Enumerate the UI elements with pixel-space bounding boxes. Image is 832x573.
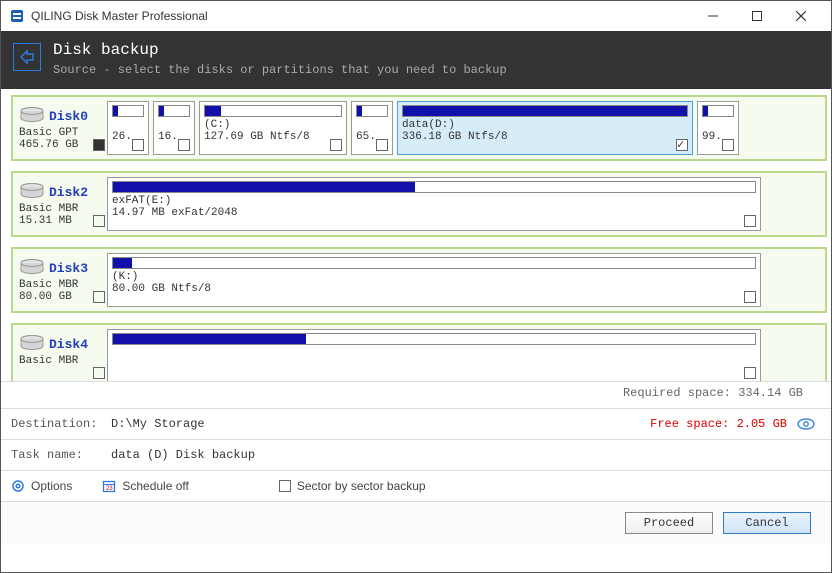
partition[interactable]: data(D:) 336.18 GB Ntfs/8 [397, 101, 693, 155]
partition-checkbox[interactable] [744, 367, 756, 379]
partition[interactable]: exFAT(E:) 14.97 MB exFat/2048 [107, 177, 761, 231]
partition[interactable]: 16. [153, 101, 195, 155]
disk-icon [19, 334, 45, 355]
disk-checkbox[interactable] [93, 291, 105, 303]
partition[interactable]: (K:) 80.00 GB Ntfs/8 [107, 253, 761, 307]
page-header: Disk backup Source - select the disks or… [1, 31, 831, 89]
partition[interactable]: 26. [107, 101, 149, 155]
partition-label: exFAT(E:) [112, 195, 756, 207]
taskname-row: Task name: data (D) Disk backup [1, 440, 831, 470]
minimize-button[interactable] [691, 1, 735, 31]
options-bar: Options 23 Schedule off Sector by sector… [1, 470, 831, 501]
partition-checkbox[interactable] [376, 139, 388, 151]
partition-info: 14.97 MB exFat/2048 [112, 207, 756, 219]
partition[interactable]: 99. [697, 101, 739, 155]
partition-checkbox[interactable] [178, 139, 190, 151]
disk-name: Disk4 [49, 337, 88, 352]
options-button[interactable]: Options [11, 479, 72, 493]
disk-row[interactable]: Disk0 Basic GPT 465.76 GB 26. 16. (C:) 1… [11, 95, 827, 161]
disk-row[interactable]: Disk3 Basic MBR 80.00 GB (K:) 80.00 GB N… [11, 247, 827, 313]
destination-row: Destination: D:\My Storage Free space: 2… [1, 409, 831, 439]
disk-icon [19, 106, 45, 127]
disk-size: 80.00 GB [19, 291, 72, 303]
app-icon [9, 8, 25, 24]
button-row: Proceed Cancel [1, 501, 831, 544]
checkbox-icon [279, 480, 291, 492]
partition-checkbox[interactable] [722, 139, 734, 151]
partition-checkbox[interactable] [676, 139, 688, 151]
taskname-value[interactable]: data (D) Disk backup [111, 448, 255, 462]
cancel-button[interactable]: Cancel [723, 512, 811, 534]
destination-label: Destination: [11, 417, 111, 431]
disk-row[interactable]: Disk2 Basic MBR 15.31 MB exFAT(E:) 14.97… [11, 171, 827, 237]
disk-size: 15.31 MB [19, 215, 72, 227]
proceed-button[interactable]: Proceed [625, 512, 713, 534]
calendar-icon: 23 [102, 479, 116, 493]
partition-label [158, 119, 190, 131]
partition-checkbox[interactable] [744, 291, 756, 303]
sector-checkbox[interactable]: Sector by sector backup [279, 479, 426, 493]
schedule-button[interactable]: 23 Schedule off [102, 479, 189, 493]
partition-label [356, 119, 388, 131]
disk-name: Disk2 [49, 185, 88, 200]
maximize-button[interactable] [735, 1, 779, 31]
disk-checkbox[interactable] [93, 139, 105, 151]
disk-name: Disk0 [49, 109, 88, 124]
partition-info: 127.69 GB Ntfs/8 [204, 131, 342, 143]
page-title: Disk backup [53, 41, 507, 59]
free-space: Free space: 2.05 GB [650, 417, 787, 431]
disk-size: 465.76 GB [19, 139, 78, 151]
partition-checkbox[interactable] [132, 139, 144, 151]
disk-checkbox[interactable] [93, 367, 105, 379]
partition-label: (C:) [204, 119, 342, 131]
disk-name: Disk3 [49, 261, 88, 276]
partition-label [702, 119, 734, 131]
partition-info: 336.18 GB Ntfs/8 [402, 131, 688, 143]
disk-type: Basic GPT [19, 127, 107, 139]
disk-icon [19, 182, 45, 203]
partition-label: data(D:) [402, 119, 688, 131]
partition-info: 80.00 GB Ntfs/8 [112, 283, 756, 295]
disk-checkbox[interactable] [93, 215, 105, 227]
disk-type: Basic MBR [19, 355, 107, 367]
partition-label: (K:) [112, 271, 756, 283]
partition[interactable]: 65. [351, 101, 393, 155]
partition-label [112, 119, 144, 131]
browse-icon[interactable] [797, 417, 815, 431]
backup-icon [13, 43, 41, 71]
disk-type: Basic MBR [19, 279, 107, 291]
svg-text:23: 23 [106, 486, 113, 492]
titlebar: QILING Disk Master Professional [1, 1, 831, 31]
required-space: Required space: 334.14 GB [1, 381, 831, 408]
partition[interactable] [107, 329, 761, 381]
disk-row[interactable]: Disk4 Basic MBR [11, 323, 827, 381]
disk-type: Basic MBR [19, 203, 107, 215]
disk-icon [19, 258, 45, 279]
gear-icon [11, 479, 25, 493]
window-title: QILING Disk Master Professional [31, 9, 691, 23]
partition[interactable]: (C:) 127.69 GB Ntfs/8 [199, 101, 347, 155]
taskname-label: Task name: [11, 448, 111, 462]
page-subtitle: Source - select the disks or partitions … [53, 63, 507, 77]
destination-value[interactable]: D:\My Storage [111, 417, 205, 431]
close-button[interactable] [779, 1, 823, 31]
disk-list[interactable]: Disk0 Basic GPT 465.76 GB 26. 16. (C:) 1… [1, 89, 831, 381]
partition-checkbox[interactable] [744, 215, 756, 227]
partition-label [112, 347, 756, 359]
partition-checkbox[interactable] [330, 139, 342, 151]
